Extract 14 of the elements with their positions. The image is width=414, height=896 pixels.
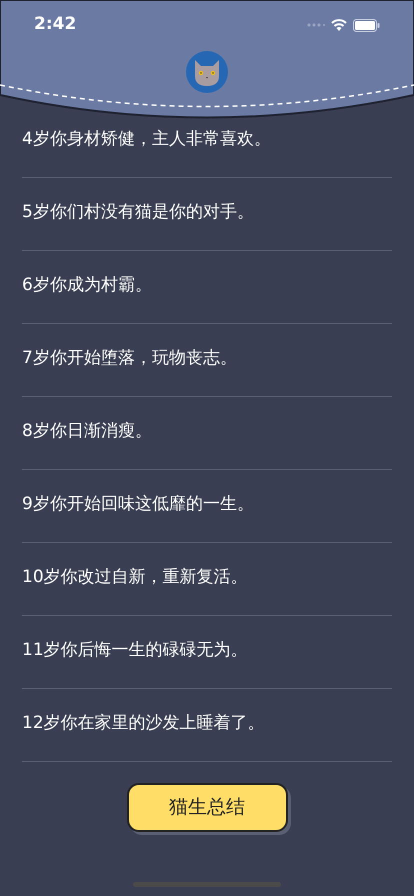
entry-text: 6岁你成为村霸。 — [22, 274, 152, 298]
signal-icon — [307, 23, 325, 27]
entry-text: 9岁你开始回味这低靡的一生。 — [22, 493, 254, 516]
entry-text: 7岁你开始堕落，玩物丧志。 — [22, 347, 237, 370]
entry-text: 5岁你们村没有猫是你的对手。 — [22, 201, 254, 224]
entry-text: 10岁你改过自新，重新复活。 — [22, 566, 248, 590]
entry-text: 12岁你在家里的沙发上睡着了。 — [22, 712, 265, 736]
entry-text: 4岁你身材矫健，主人非常喜欢。 — [22, 128, 271, 152]
cat-avatar-icon — [185, 50, 229, 94]
wifi-icon — [331, 19, 347, 31]
battery-icon — [353, 18, 380, 32]
status-time: 2:42 — [34, 13, 76, 36]
entry-text: 11岁你后悔一生的碌碌无为。 — [22, 639, 248, 662]
entry-text: 8岁你日渐消瘦。 — [22, 420, 152, 444]
